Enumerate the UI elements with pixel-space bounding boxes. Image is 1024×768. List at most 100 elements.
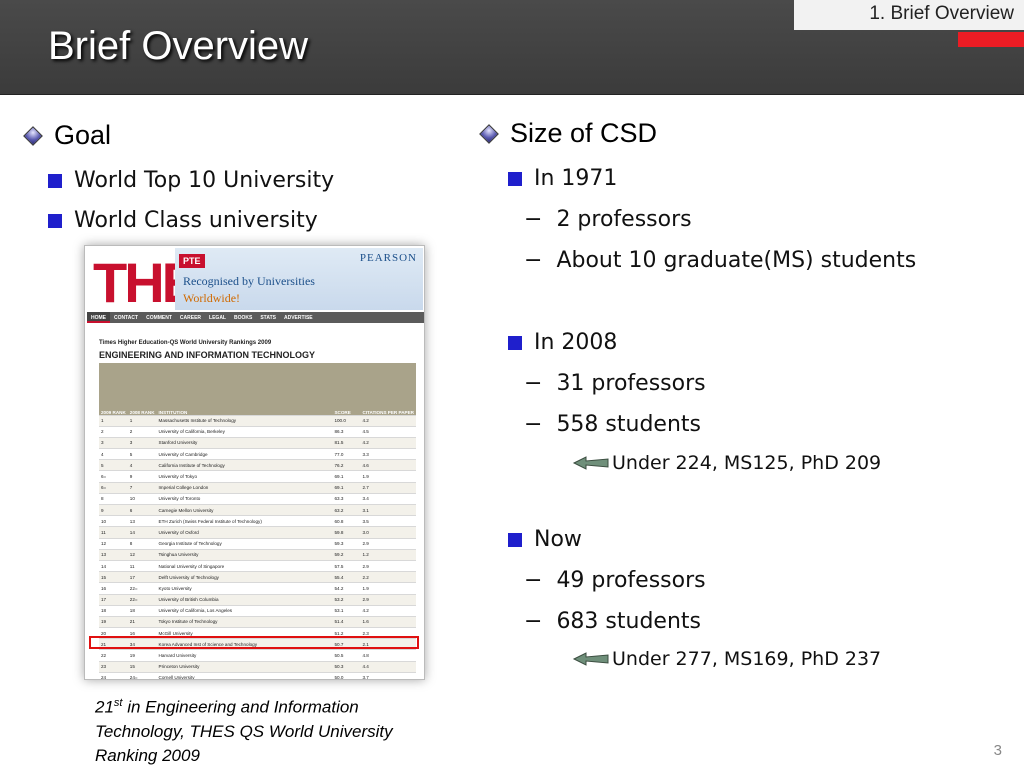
table-row: 12 8 Georgia Institute of Technology 59.3 2.…: [99, 538, 416, 550]
cell-2009-rank: 6=: [99, 470, 128, 483]
nav-item-legal: LEGAL: [209, 315, 226, 321]
cell-2009-rank: 6=: [99, 482, 128, 494]
nav-item-home: HOME: [87, 312, 110, 323]
ranking-screenshot: THE PTE PEARSON Recognised by Universiti…: [84, 245, 425, 680]
table-row: 5 4 California Institute of Technology 76.2…: [99, 459, 416, 472]
cell-institution: Stanford University: [156, 437, 333, 450]
nav-item-comment: COMMENT: [146, 315, 172, 321]
ranking-subtitle: Times Higher Education-QS World Universi…: [99, 340, 272, 346]
diamond-bullet-icon: [23, 125, 43, 146]
cell-2008-rank: 3: [127, 437, 157, 450]
banner-line-1: Recognised by Universities: [183, 274, 315, 288]
cell-institution: Kyoto University: [156, 582, 333, 595]
cell-score: 50.5: [332, 649, 361, 662]
cell-institution: Tsinghua University: [156, 549, 333, 561]
nav-item-contact: CONTACT: [114, 315, 139, 321]
cell-2008-rank: 6: [127, 504, 157, 517]
caption-rank: 21: [95, 697, 114, 717]
table-row: 14 11 National University of Singapore 57.5…: [99, 560, 416, 573]
table-row: 19 21 Tokyo Institute of Technology 51.4 1.6: [99, 616, 416, 629]
cell-2008-rank: 7: [127, 482, 157, 494]
size-heading: Size of CSD: [479, 118, 658, 149]
period-1971: In 1971: [508, 166, 617, 191]
dash-bullet-icon: −: [524, 371, 543, 396]
dash-bullet-icon: −: [524, 412, 543, 437]
cell-2009-rank: 14: [99, 560, 128, 573]
cell-2009-rank: 5: [99, 459, 128, 472]
cell-score: 59.8: [332, 526, 361, 539]
cell-score: 51.4: [332, 616, 361, 629]
period-label: In 2008: [534, 330, 618, 355]
cell-citations: 2.9: [360, 538, 416, 550]
cell-2009-rank: 4: [99, 448, 128, 461]
cell-score: 59.2: [332, 549, 361, 561]
table-row: 23 15 Princeton University 50.3 4.4: [99, 661, 416, 673]
col-2008-rank: 2008 RANK: [127, 363, 157, 416]
pte-badge: PTE: [179, 254, 205, 268]
cell-citations: 2.9: [360, 594, 416, 606]
cell-citations: 2.2: [360, 571, 416, 584]
section-tag: 1. Brief Overview: [794, 0, 1024, 30]
cell-score: 50.3: [332, 661, 361, 673]
period-item-label: 558 students: [556, 412, 701, 437]
cell-institution: University of Oxford: [156, 526, 333, 539]
arrow-bullet-icon: [572, 456, 609, 470]
cell-institution: University of California, Los Angeles: [156, 605, 333, 617]
cell-2009-rank: 18: [99, 605, 128, 617]
nav-item-books: BOOKS: [234, 315, 253, 321]
cell-citations: 1.6: [360, 616, 416, 629]
cell-2008-rank: 18: [127, 605, 157, 617]
cell-citations: 4.2: [360, 415, 416, 427]
cell-2008-rank: 10: [127, 493, 157, 506]
cell-2009-rank: 16: [99, 582, 128, 595]
period-item-label: 31 professors: [556, 371, 706, 396]
cell-score: 69.1: [332, 482, 361, 494]
period-item: − 683 students: [524, 609, 701, 634]
goal-item: World Class university: [48, 208, 318, 233]
cell-institution: National University of Singapore: [156, 560, 333, 573]
cell-citations: 3.5: [360, 515, 416, 528]
table-row: 9 6 Carnegie Mellon University 63.2 3.1: [99, 504, 416, 517]
cell-score: 77.0: [332, 448, 361, 461]
cell-citations: 4.5: [360, 426, 416, 438]
cell-citations: 1.2: [360, 549, 416, 561]
cell-score: 59.3: [332, 538, 361, 550]
cell-2008-rank: 14: [127, 526, 157, 539]
cell-institution: University of California, Berkeley: [156, 426, 333, 438]
cell-2008-rank: 4: [127, 459, 157, 472]
dash-bullet-icon: −: [524, 568, 543, 593]
ranking-table: 2009 RANK 2008 RANK INSTITUTION SCORE CI…: [99, 363, 416, 679]
cell-institution: Massachusetts Institute of Technology: [156, 415, 333, 427]
cell-2008-rank: 2: [127, 426, 157, 438]
cell-2008-rank: 11: [127, 560, 157, 573]
period-item: − 49 professors: [524, 568, 706, 593]
cell-citations: 1.9: [360, 582, 416, 595]
cell-citations: 4.2: [360, 605, 416, 617]
kaist-highlight-box: [89, 636, 419, 649]
table-row: 6= 9 University of Tokyo 69.1 1.9: [99, 470, 416, 483]
table-row: 10 13 ETH Zurich (Swiss Federal Institute …: [99, 515, 416, 528]
size-heading-label: Size of CSD: [510, 118, 658, 148]
cell-score: 50.0: [332, 672, 361, 679]
cell-2008-rank: 19: [127, 649, 157, 662]
table-row: 24 24= Cornell University 50.0 3.7: [99, 672, 416, 679]
table-row: 6= 7 Imperial College London 69.1 2.7: [99, 482, 416, 494]
table-row: 11 14 University of Oxford 59.8 3.0: [99, 526, 416, 539]
ranking-table-header: 2009 RANK 2008 RANK INSTITUTION SCORE CI…: [99, 363, 416, 416]
cell-2008-rank: 17: [127, 571, 157, 584]
cell-citations: 3.7: [360, 672, 416, 679]
caption-text: in Engineering and Information Technolog…: [95, 697, 393, 765]
cell-2009-rank: 2: [99, 426, 128, 438]
period-2008: In 2008: [508, 330, 617, 355]
cell-institution: Princeton University: [156, 661, 333, 673]
cell-2009-rank: 8: [99, 493, 128, 506]
square-bullet-icon: [508, 335, 522, 350]
cell-2009-rank: 17: [99, 594, 128, 606]
ranking-caption: 21st in Engineering and Information Tech…: [95, 691, 435, 768]
table-row: 17 22= University of British Columbia 53.2 2…: [99, 594, 416, 606]
cell-2008-rank: 15: [127, 661, 157, 673]
cell-2009-rank: 24: [99, 672, 128, 679]
period-detail: Under 224, MS125, PhD 209: [572, 452, 881, 474]
table-row: 16 22= Kyoto University 54.2 1.9: [99, 582, 416, 595]
cell-2009-rank: 9: [99, 504, 128, 517]
